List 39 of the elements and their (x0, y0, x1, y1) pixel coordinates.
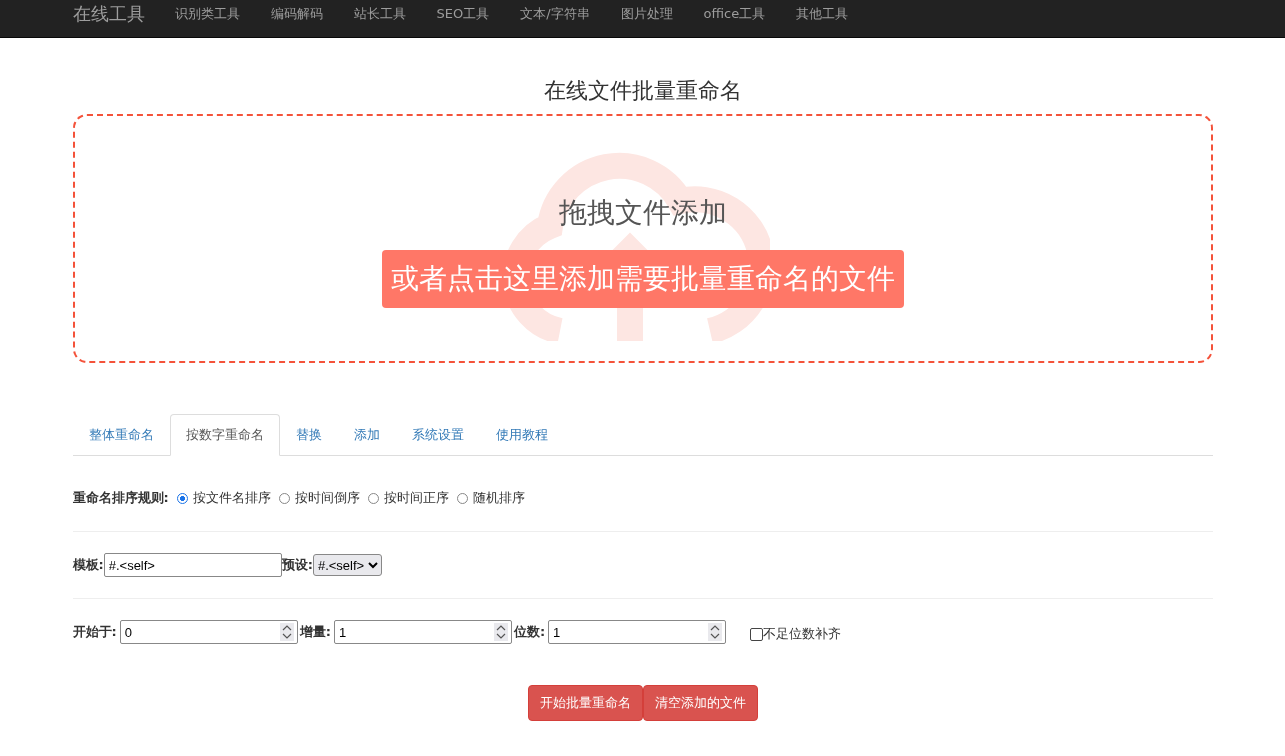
dropzone[interactable]: 拖拽文件添加 或者点击这里添加需要批量重命名的文件 (72, 114, 1213, 363)
number-input[interactable]: 0 (119, 620, 298, 644)
number-input[interactable]: 1 (548, 620, 727, 644)
field-label: 模板: (72, 556, 104, 574)
nav-link[interactable]: 其他工具 (796, 4, 849, 23)
radio-label[interactable]: 按时间正序 (383, 489, 449, 507)
spinner-icon[interactable] (708, 623, 723, 641)
tab[interactable]: 按数字重命名 (169, 414, 280, 456)
field-label: 增量: (299, 623, 331, 641)
template-input[interactable]: #.<self> (103, 553, 282, 577)
tab[interactable]: 整体重命名 (72, 414, 170, 456)
tab[interactable]: 替换 (279, 414, 338, 456)
nav-link[interactable]: office工具 (703, 4, 766, 23)
nav-link[interactable]: 文本/字符串 (520, 4, 590, 23)
field-label: 开始于: (72, 623, 117, 641)
radio-label[interactable]: 按时间倒序 (294, 489, 360, 507)
number-input[interactable]: 1 (333, 620, 512, 644)
field-label: 位数: (513, 623, 546, 641)
nav-link[interactable]: 识别类工具 (174, 4, 240, 23)
page-title: 在线文件批量重命名 (542, 77, 743, 105)
brand-link[interactable]: 在线工具 (72, 1, 145, 26)
action-button[interactable]: 清空添加的文件 (642, 685, 758, 721)
drop-heading: 拖拽文件添加 (558, 195, 727, 231)
field-label: 重命名排序规则: (72, 489, 169, 507)
preset-select[interactable]: #.<self> (312, 554, 382, 576)
checkbox-label[interactable]: 不足位数补齐 (763, 625, 842, 643)
tab[interactable]: 添加 (337, 414, 396, 456)
nav-link[interactable]: 站长工具 (353, 4, 406, 23)
radio-label[interactable]: 随机排序 (472, 489, 525, 507)
checkbox[interactable] (750, 627, 764, 641)
radio-label[interactable]: 按文件名排序 (192, 489, 271, 507)
action-button[interactable]: 开始批量重命名 (527, 685, 643, 721)
nav-link[interactable]: 图片处理 (620, 4, 673, 23)
nav-link[interactable]: 编码解码 (270, 4, 323, 23)
nav-link[interactable]: SEO工具 (436, 4, 490, 23)
field-label: 预设: (281, 556, 313, 574)
tab[interactable]: 使用教程 (479, 414, 564, 456)
tab[interactable]: 系统设置 (395, 414, 480, 456)
radio-button[interactable] (176, 492, 188, 504)
